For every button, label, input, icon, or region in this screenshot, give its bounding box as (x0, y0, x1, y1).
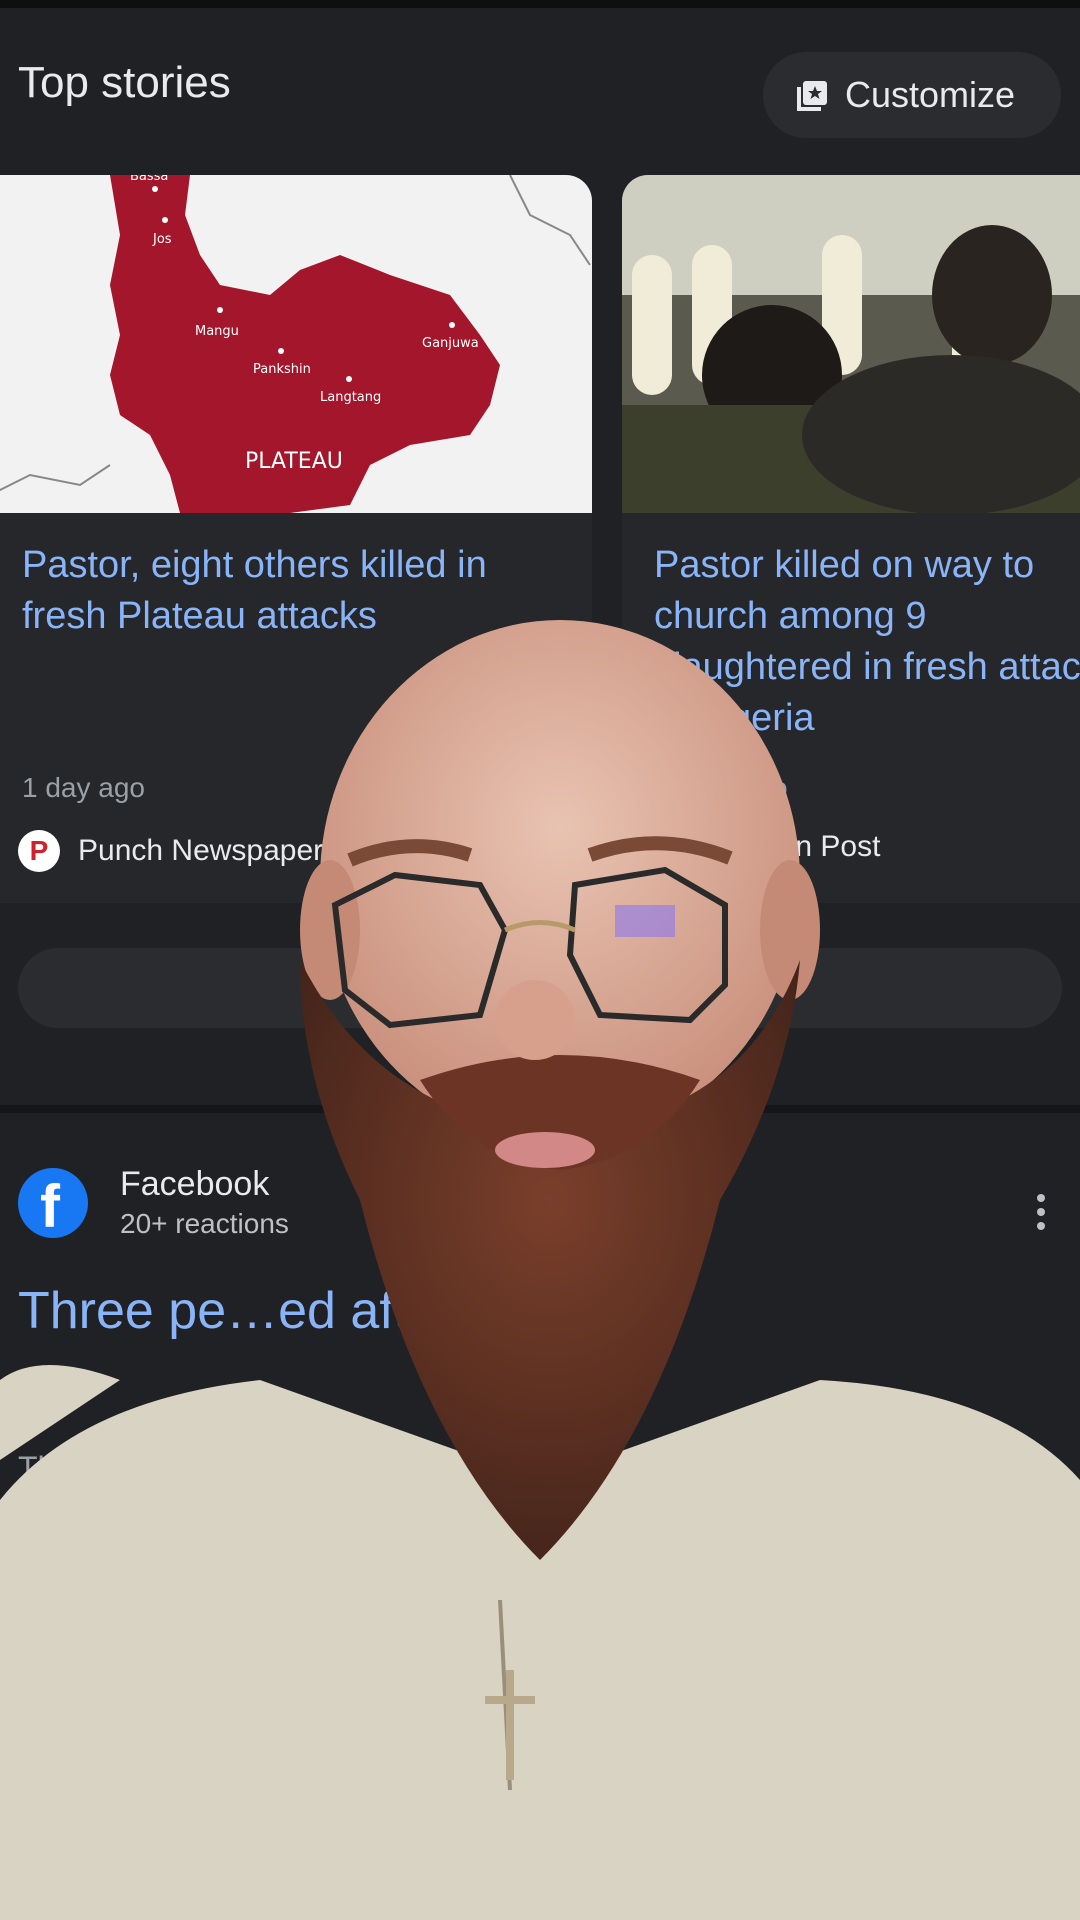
story-source: P Punch Newspapers (18, 830, 338, 872)
social-reactions: 20+ reactions (120, 1208, 289, 1239)
story-source-name: Punch Newspapers (78, 834, 339, 867)
social-headline[interactable]: Three pe…ed after gu… (18, 1275, 1018, 1347)
customize-icon (795, 77, 831, 113)
social-source-name: Facebook (120, 1165, 270, 1203)
story-card[interactable]: Pastor killed on way to church among 9 s… (622, 175, 1080, 903)
story-thumbnail-map: Bassa Jos Mangu Pankshin Langtang Ganjuw… (0, 175, 592, 513)
social-post-header[interactable]: f Facebook 20+ reactions (18, 1165, 289, 1240)
story-source-partial: ian Post (772, 830, 881, 863)
map-label-ganjuwa: Ganjuwa (422, 336, 479, 351)
map-label-langtang: Langtang (320, 390, 381, 405)
story-time: 1 day ago (22, 772, 145, 803)
facebook-icon: f (18, 1167, 88, 1240)
more-news-button[interactable] (18, 948, 1062, 1028)
story-headline[interactable]: Pastor, eight others killed in fresh Pla… (22, 540, 562, 642)
customize-label: Customize (845, 74, 1016, 115)
status-strip (0, 0, 1080, 8)
customize-button[interactable]: Customize (763, 52, 1061, 138)
map-label-jos: Jos (152, 232, 172, 247)
story-headline[interactable]: Pastor killed on way to church among 9 s… (654, 540, 1080, 744)
map-label-pankshin: Pankshin (253, 362, 311, 377)
section-title: Top stories (18, 58, 231, 107)
story-card[interactable]: Bassa Jos Mangu Pankshin Langtang Ganjuw… (0, 175, 592, 903)
social-snippet: Thr (18, 1450, 66, 1486)
map-label-mangu: Mangu (195, 324, 239, 339)
punch-logo-icon: P (18, 830, 60, 872)
story-time-partial: o (772, 772, 788, 803)
section-divider (0, 1105, 1080, 1113)
map-region-label: PLATEAU (245, 449, 343, 474)
more-options-icon[interactable] (1034, 1192, 1048, 1232)
map-label-bassa: Bassa (130, 175, 168, 184)
story-thumbnail-photo (622, 175, 1080, 513)
